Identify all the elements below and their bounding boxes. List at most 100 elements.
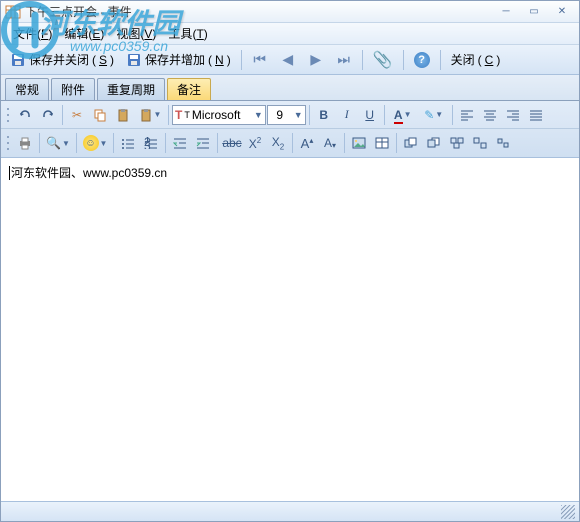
scissors-icon: ✂ — [72, 108, 82, 122]
italic-button[interactable]: I — [336, 104, 358, 126]
undo-button[interactable] — [14, 104, 36, 126]
font-name-input[interactable] — [192, 108, 252, 122]
first-icon: ⏮ — [252, 51, 268, 68]
separator — [440, 50, 441, 70]
italic-icon: I — [345, 107, 349, 122]
align-left-button[interactable] — [456, 104, 478, 126]
menu-tools[interactable]: 工具(T) — [162, 23, 213, 44]
highlight-button[interactable]: ✎▼ — [419, 104, 449, 126]
help-button[interactable]: ? — [409, 49, 435, 71]
minimize-button[interactable]: ─ — [493, 4, 519, 20]
group-button[interactable] — [446, 132, 468, 154]
shrink-font-button[interactable]: A▾ — [319, 132, 341, 154]
strike-icon: abc — [222, 136, 241, 150]
tab-attachments[interactable]: 附件 — [51, 78, 95, 100]
titlebar[interactable]: 下午三点开会 - 事件 ─ ▭ ✕ — [1, 1, 579, 23]
insert-object-button[interactable] — [371, 132, 393, 154]
shrink-font-icon: A▾ — [324, 136, 336, 150]
subscript-button[interactable]: X2 — [267, 132, 289, 154]
tab-strip: 常规 附件 重复周期 备注 — [1, 75, 579, 101]
attachment-button[interactable]: 📎 — [368, 49, 398, 71]
dropdown-arrow-icon: ▼ — [100, 139, 108, 148]
image-icon — [352, 137, 366, 149]
indent-button[interactable] — [192, 132, 214, 154]
statusbar — [1, 501, 579, 521]
resize-grip[interactable] — [561, 505, 575, 519]
align-center-button[interactable] — [479, 104, 501, 126]
close-window-button[interactable]: ✕ — [549, 4, 575, 20]
paste-icon — [116, 108, 130, 122]
menu-view[interactable]: 视图(V) — [110, 23, 162, 44]
nav-prev-button[interactable]: ◀ — [275, 49, 301, 71]
maximize-button[interactable]: ▭ — [521, 4, 547, 20]
editor-toolbar-row-1: ✂ ▼ TT ▼ ▼ B I U A▼ ✎▼ — [1, 101, 579, 129]
save-close-button[interactable]: 保存并关闭(S) — [5, 49, 119, 71]
next-icon: ▶ — [308, 51, 324, 68]
redo-button[interactable] — [37, 104, 59, 126]
print-button[interactable] — [14, 132, 36, 154]
indent-icon — [196, 137, 210, 149]
nav-next-button[interactable]: ▶ — [303, 49, 329, 71]
bullets-icon — [121, 137, 135, 149]
grow-font-button[interactable]: A▴ — [296, 132, 318, 154]
align-left-icon — [460, 109, 474, 121]
tab-recurrence[interactable]: 重复周期 — [97, 78, 165, 100]
strikethrough-button[interactable]: abc — [221, 132, 243, 154]
align-right-icon — [506, 109, 520, 121]
underline-button[interactable]: U — [359, 104, 381, 126]
separator — [241, 50, 242, 70]
outdent-button[interactable] — [169, 132, 191, 154]
bold-button[interactable]: B — [313, 104, 335, 126]
dropdown-arrow-icon: ▼ — [154, 110, 162, 119]
tab-notes[interactable]: 备注 — [167, 78, 211, 100]
editor-content[interactable]: 河东软件园、www.pc0359.cn — [1, 158, 579, 501]
bullet-list-button[interactable] — [117, 132, 139, 154]
dropdown-arrow-icon[interactable]: ▼ — [254, 110, 263, 120]
cut-button[interactable]: ✂ — [66, 104, 88, 126]
nav-first-button[interactable]: ⏮ — [247, 49, 273, 71]
insert-image-button[interactable] — [348, 132, 370, 154]
menu-edit[interactable]: 编辑(E) — [58, 23, 110, 44]
nav-last-button[interactable]: ⏭ — [331, 49, 357, 71]
font-color-button[interactable]: A▼ — [388, 104, 418, 126]
toolbar-grip[interactable] — [5, 106, 11, 124]
save-icon — [10, 52, 26, 68]
front-icon — [404, 137, 418, 149]
dropdown-arrow-icon: ▼ — [404, 110, 412, 119]
align-right-button[interactable] — [502, 104, 524, 126]
font-name-selector[interactable]: TT ▼ — [172, 105, 266, 125]
table-icon — [375, 137, 389, 149]
paste-button[interactable] — [112, 104, 134, 126]
find-button[interactable]: 🔍▼ — [43, 132, 73, 154]
redo-icon — [41, 108, 55, 122]
arrange-icon — [496, 137, 510, 149]
align-justify-button[interactable] — [525, 104, 547, 126]
arrange-button[interactable] — [492, 132, 514, 154]
help-icon: ? — [414, 52, 430, 68]
save-add-button[interactable]: 保存并增加(N) — [121, 49, 236, 71]
paste-special-button[interactable]: ▼ — [135, 104, 165, 126]
subscript-icon: X2 — [272, 135, 284, 151]
app-icon — [5, 4, 21, 20]
bring-front-button[interactable] — [400, 132, 422, 154]
copy-button[interactable] — [89, 104, 111, 126]
font-size-selector[interactable]: ▼ — [267, 105, 306, 125]
save-icon — [126, 52, 142, 68]
menu-file[interactable]: 文件(F) — [7, 23, 58, 44]
printer-icon — [18, 136, 32, 150]
send-back-button[interactable] — [423, 132, 445, 154]
copy-icon — [93, 108, 107, 122]
align-justify-icon — [529, 109, 543, 121]
close-button[interactable]: 关闭(C) — [446, 49, 506, 71]
dropdown-arrow-icon[interactable]: ▼ — [292, 110, 305, 120]
font-size-input[interactable] — [268, 108, 292, 122]
ungroup-button[interactable] — [469, 132, 491, 154]
separator — [403, 50, 404, 70]
superscript-button[interactable]: X2 — [244, 132, 266, 154]
content-text: 河东软件园、www.pc0359.cn — [11, 166, 167, 180]
emoji-button[interactable]: ☺▼ — [80, 132, 110, 154]
toolbar-grip[interactable] — [5, 134, 11, 152]
number-list-button[interactable]: 123 — [140, 132, 162, 154]
tab-general[interactable]: 常规 — [5, 78, 49, 100]
undo-icon — [18, 108, 32, 122]
